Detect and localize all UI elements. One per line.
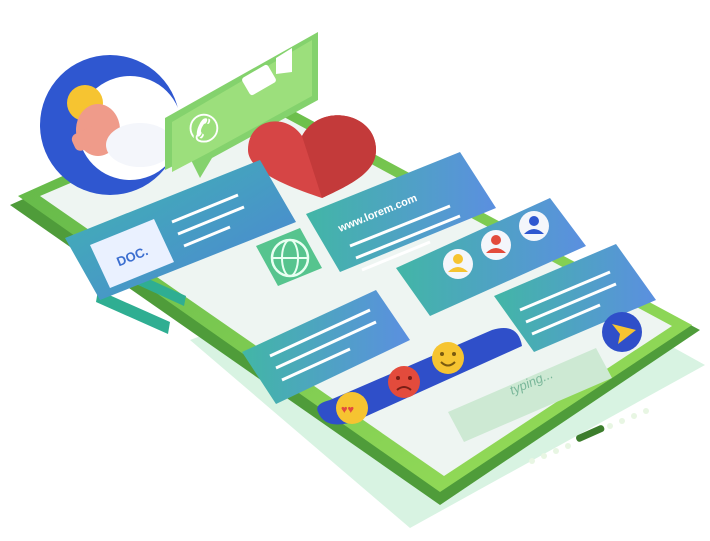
phone-icon: ✆: [188, 109, 220, 151]
phone-illustration: ✆ DOC. www.lorem.com ♥♥ typing...: [0, 0, 710, 536]
send-button[interactable]: [602, 312, 642, 352]
smiling-face-icon: [432, 342, 464, 374]
angry-face-icon: [388, 366, 420, 398]
svg-text:♥♥: ♥♥: [341, 404, 354, 416]
